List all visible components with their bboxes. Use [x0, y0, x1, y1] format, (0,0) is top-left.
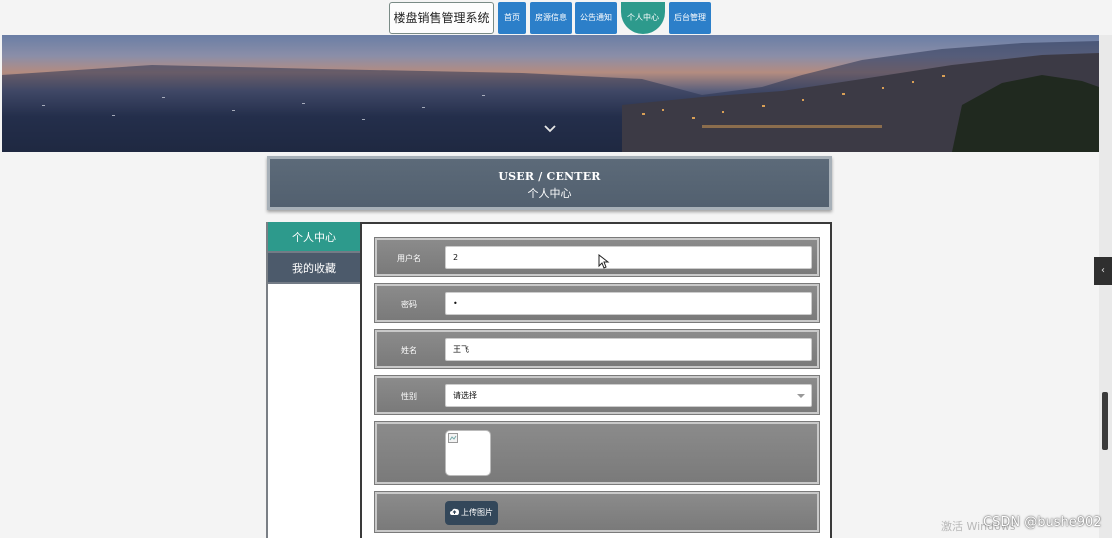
broken-image-icon — [448, 433, 458, 443]
csdn-watermark: CSDN @bushe902 — [983, 515, 1102, 530]
gender-select-value: 请选择 — [453, 391, 477, 400]
top-nav: 楼盘销售管理系统 首页 房源信息 公告通知 个人中心 后台管理 — [0, 0, 1112, 35]
upload-image-label: 上传图片 — [461, 508, 493, 517]
side-menu-item-user-center[interactable]: 个人中心 — [268, 222, 360, 253]
gender-select[interactable]: 请选择 — [445, 384, 812, 407]
nav-item-listings[interactable]: 房源信息 — [530, 2, 572, 34]
page-scrollbar[interactable] — [1099, 35, 1112, 538]
nav-item-notices[interactable]: 公告通知 — [575, 2, 617, 34]
side-menu-item-favorites[interactable]: 我的收藏 — [268, 253, 360, 284]
nav-item-user-center[interactable]: 个人中心 — [621, 2, 665, 34]
page-title-cn: 个人中心 — [527, 187, 572, 200]
page-title-box: USER / CENTER 个人中心 — [267, 156, 832, 210]
cloud-upload-icon — [450, 508, 459, 515]
profile-form: 用户名 2 密码 • 姓名 王飞 性别 请选择 上传图片 — [360, 222, 832, 538]
nav-item-home[interactable]: 首页 — [498, 2, 526, 34]
form-row-password: 密码 • — [375, 284, 819, 322]
name-label: 姓名 — [401, 346, 417, 355]
chevron-down-icon — [797, 394, 805, 398]
hero-banner — [2, 35, 1099, 152]
form-row-gender: 性别 请选择 — [375, 376, 819, 414]
brand-title[interactable]: 楼盘销售管理系统 — [389, 2, 494, 34]
gender-label: 性别 — [401, 392, 417, 401]
avatar-preview — [445, 430, 491, 476]
collapse-arrow-icon[interactable]: ‹ — [1094, 257, 1112, 285]
page-title-en: USER / CENTER — [498, 170, 601, 183]
nav-item-admin[interactable]: 后台管理 — [669, 2, 711, 34]
username-label: 用户名 — [397, 254, 421, 263]
password-label: 密码 — [401, 300, 417, 309]
mouse-cursor-icon — [598, 254, 610, 269]
form-row-name: 姓名 王飞 — [375, 330, 819, 368]
chevron-down-icon[interactable] — [542, 121, 558, 137]
name-input[interactable]: 王飞 — [445, 338, 812, 361]
side-menu: 个人中心 我的收藏 — [266, 222, 360, 538]
form-row-avatar — [375, 422, 819, 484]
password-input[interactable]: • — [445, 292, 812, 315]
username-input[interactable]: 2 — [445, 246, 812, 269]
upload-image-button[interactable]: 上传图片 — [445, 501, 498, 525]
form-row-upload: 上传图片 — [375, 492, 819, 532]
scrollbar-thumb[interactable] — [1102, 392, 1108, 450]
form-row-username: 用户名 2 — [375, 238, 819, 276]
